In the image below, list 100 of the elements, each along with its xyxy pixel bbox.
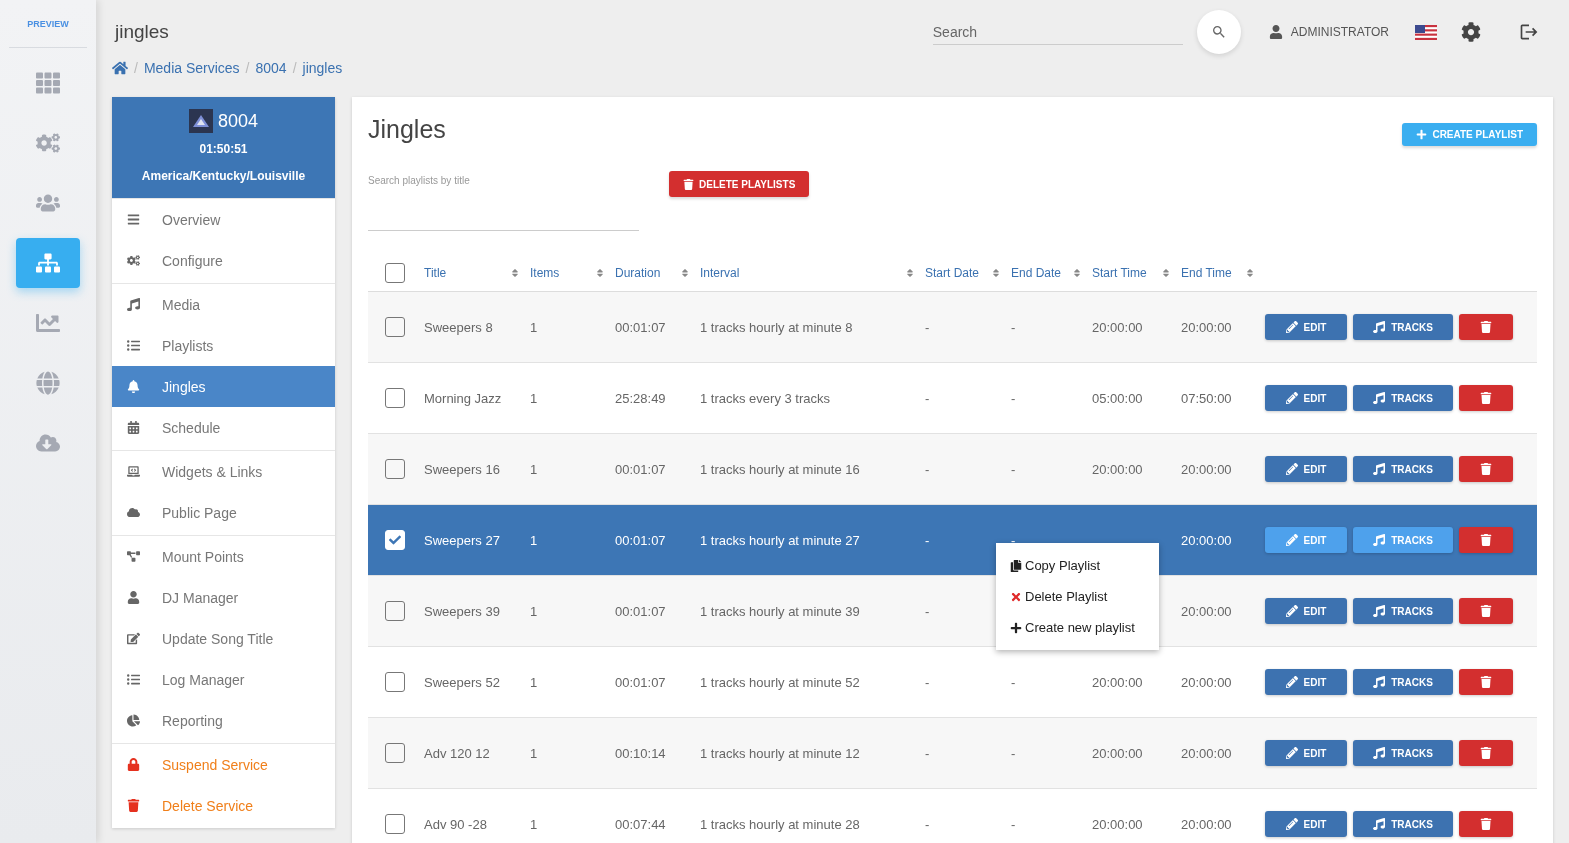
tracks-button[interactable]: TRACKS	[1353, 456, 1453, 482]
row-checkbox[interactable]	[385, 814, 405, 834]
delete-button[interactable]	[1459, 385, 1513, 411]
nav-rail-button[interactable]	[16, 238, 80, 288]
row-checkbox[interactable]	[385, 743, 405, 763]
user-icon	[127, 591, 140, 604]
table-row[interactable]: Adv 120 12 1 00:10:14 1 tracks hourly at minute 12 - - 20:00:00 20:00:00 EDIT TRACKS	[368, 718, 1537, 789]
music-icon	[1373, 676, 1386, 688]
sort-icon[interactable]	[905, 268, 915, 278]
edit-button[interactable]: EDIT	[1265, 598, 1347, 624]
table-cell: 20:00:00	[1181, 816, 1232, 832]
service-menu-item[interactable]: Update Song Title	[112, 618, 335, 659]
service-menu-item[interactable]: Mount Points	[112, 536, 335, 577]
breadcrumb-separator: /	[134, 60, 138, 76]
chart-icon	[36, 311, 60, 335]
edit-button[interactable]: EDIT	[1265, 527, 1347, 553]
edit-button[interactable]: EDIT	[1265, 669, 1347, 695]
service-menu-item[interactable]: Media	[112, 284, 335, 325]
service-menu-item[interactable]: Suspend Service	[112, 744, 335, 785]
column-header[interactable]: Title	[424, 266, 447, 280]
service-menu-item[interactable]: DJ Manager	[112, 577, 335, 618]
edit-button[interactable]: EDIT	[1265, 314, 1347, 340]
column-header[interactable]: End Date	[1011, 266, 1062, 280]
service-menu-item[interactable]: Overview	[112, 199, 335, 240]
edit-button[interactable]: EDIT	[1265, 456, 1347, 482]
table-row[interactable]: Sweepers 16 1 00:01:07 1 tracks hourly at minute 16 - - 20:00:00 20:00:00 EDIT TRACKS	[368, 434, 1537, 505]
delete-button[interactable]	[1459, 669, 1513, 695]
breadcrumb-link[interactable]: jingles	[302, 60, 343, 76]
table-row[interactable]: Sweepers 8 1 00:01:07 1 tracks hourly at minute 8 - - 20:00:00 20:00:00 EDIT TRACKS	[368, 292, 1537, 363]
delete-button[interactable]	[1459, 598, 1513, 624]
sort-icon[interactable]	[595, 268, 605, 278]
service-menu-item[interactable]: Delete Service	[112, 785, 335, 826]
service-menu-item[interactable]: Public Page	[112, 492, 335, 533]
search-field[interactable]: Search	[932, 19, 1183, 45]
table-cell: Sweepers 52	[424, 674, 500, 690]
row-checkbox[interactable]	[385, 317, 405, 337]
table-cell: 07:50:00	[1181, 390, 1232, 406]
trash-icon	[1480, 321, 1492, 333]
service-menu-item[interactable]: Playlists	[112, 325, 335, 366]
service-menu-item[interactable]: Log Manager	[112, 659, 335, 700]
logout-icon[interactable]	[1519, 22, 1539, 42]
table-cell: 1 tracks hourly at minute 27	[700, 532, 860, 548]
delete-button[interactable]	[1459, 314, 1513, 340]
tracks-button[interactable]: TRACKS	[1353, 385, 1453, 411]
service-menu-item[interactable]: Jingles	[112, 366, 335, 407]
sort-icon[interactable]	[510, 268, 520, 278]
context-menu-item[interactable]: Delete Playlist	[996, 581, 1159, 612]
delete-playlists-button[interactable]: DELETE PLAYLISTS	[669, 171, 810, 197]
home-icon[interactable]	[112, 60, 128, 76]
column-header[interactable]: Start Time	[1092, 266, 1147, 280]
gears-icon	[36, 131, 60, 155]
delete-button[interactable]	[1459, 740, 1513, 766]
service-menu-item[interactable]: Configure	[112, 240, 335, 281]
trash-icon	[1480, 605, 1492, 617]
sort-icon[interactable]	[1245, 268, 1255, 278]
sort-icon[interactable]	[680, 268, 690, 278]
check-icon	[389, 534, 401, 546]
user-name[interactable]: ADMINISTRATOR	[1290, 25, 1389, 39]
edit-button[interactable]: EDIT	[1265, 385, 1347, 411]
pencil-icon	[1285, 463, 1298, 475]
plus-icon	[1010, 621, 1022, 634]
row-checkbox[interactable]	[385, 601, 405, 621]
tracks-button[interactable]: TRACKS	[1353, 669, 1453, 695]
tracks-button[interactable]: TRACKS	[1353, 314, 1453, 340]
column-header[interactable]: Interval	[700, 266, 740, 280]
edit-button[interactable]: EDIT	[1265, 740, 1347, 766]
tracks-button[interactable]: TRACKS	[1353, 740, 1453, 766]
service-menu-item[interactable]: Reporting	[112, 700, 335, 741]
row-checkbox[interactable]	[385, 459, 405, 479]
sort-icon[interactable]	[1161, 268, 1171, 278]
table-cell: 00:01:07	[615, 319, 666, 335]
column-header[interactable]: Duration	[615, 266, 661, 280]
select-all-checkbox[interactable]	[385, 263, 405, 283]
delete-button[interactable]	[1459, 811, 1513, 837]
close-icon	[1010, 590, 1022, 603]
settings-icon[interactable]	[1461, 22, 1481, 42]
delete-button[interactable]	[1459, 527, 1513, 553]
column-header[interactable]: Items	[530, 266, 560, 280]
row-checkbox[interactable]	[385, 672, 405, 692]
breadcrumb-link[interactable]: Media Services	[143, 60, 240, 76]
sort-icon[interactable]	[991, 268, 1001, 278]
table-cell: 00:01:07	[615, 603, 666, 619]
edit-button[interactable]: EDIT	[1265, 811, 1347, 837]
table-cell: 20:00:00	[1181, 461, 1232, 477]
column-header[interactable]: Start Date	[925, 266, 980, 280]
trash-icon	[1480, 818, 1492, 830]
lock-icon	[127, 758, 140, 771]
service-menu-item[interactable]: Widgets & Links	[112, 451, 335, 492]
tracks-button[interactable]: TRACKS	[1353, 527, 1453, 553]
service-menu-item[interactable]: Schedule	[112, 407, 335, 448]
edit-icon	[127, 632, 140, 645]
tracks-button[interactable]: TRACKS	[1353, 598, 1453, 624]
breadcrumb-link[interactable]: 8004	[255, 60, 287, 76]
tracks-button[interactable]: TRACKS	[1353, 811, 1453, 837]
sort-icon[interactable]	[1072, 268, 1082, 278]
delete-button[interactable]	[1459, 456, 1513, 482]
column-header[interactable]: End Time	[1181, 266, 1232, 280]
flag-icon[interactable]	[1415, 24, 1437, 40]
context-menu-item[interactable]: Create new playlist	[996, 612, 1159, 643]
row-checkbox[interactable]	[385, 388, 405, 408]
